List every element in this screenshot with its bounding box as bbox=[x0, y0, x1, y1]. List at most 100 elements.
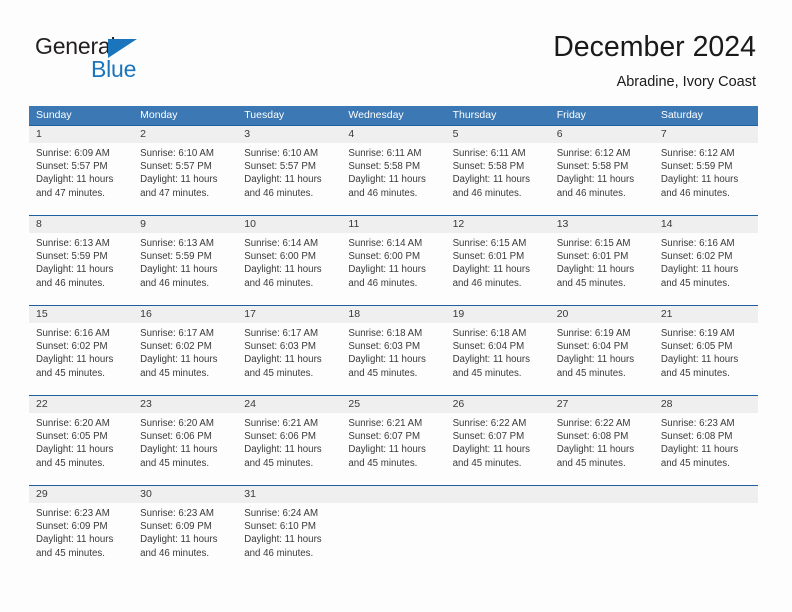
day-cell[interactable]: Sunrise: 6:20 AM Sunset: 6:06 PM Dayligh… bbox=[133, 413, 237, 485]
day-number-empty bbox=[341, 486, 445, 503]
sunrise-text: Sunrise: 6:17 AM bbox=[140, 328, 214, 339]
day-cell[interactable]: Sunrise: 6:18 AM Sunset: 6:03 PM Dayligh… bbox=[341, 323, 445, 395]
day-cell[interactable]: Sunrise: 6:22 AM Sunset: 6:07 PM Dayligh… bbox=[446, 413, 550, 485]
sunrise-text: Sunrise: 6:10 AM bbox=[140, 148, 214, 159]
day-cell[interactable]: Sunrise: 6:14 AM Sunset: 6:00 PM Dayligh… bbox=[341, 233, 445, 305]
day-cell-empty bbox=[446, 503, 550, 575]
sunset-text: Sunset: 5:59 PM bbox=[36, 251, 108, 263]
day-number[interactable]: 6 bbox=[550, 126, 654, 143]
day-number[interactable]: 9 bbox=[133, 216, 237, 233]
day-number[interactable]: 15 bbox=[29, 306, 133, 323]
day-number[interactable]: 19 bbox=[446, 306, 550, 323]
day-cell[interactable]: Sunrise: 6:14 AM Sunset: 6:00 PM Dayligh… bbox=[237, 233, 341, 305]
day-number[interactable]: 16 bbox=[133, 306, 237, 323]
day-cell[interactable]: Sunrise: 6:21 AM Sunset: 6:07 PM Dayligh… bbox=[341, 413, 445, 485]
day-number[interactable]: 3 bbox=[237, 126, 341, 143]
day-cell[interactable]: Sunrise: 6:15 AM Sunset: 6:01 PM Dayligh… bbox=[446, 233, 550, 305]
week-detail-band: Sunrise: 6:16 AM Sunset: 6:02 PM Dayligh… bbox=[29, 323, 758, 395]
day-number[interactable]: 5 bbox=[446, 126, 550, 143]
day-cell[interactable]: Sunrise: 6:11 AM Sunset: 5:58 PM Dayligh… bbox=[341, 143, 445, 215]
daylight-text-line2: and 46 minutes. bbox=[244, 187, 314, 199]
day-number[interactable]: 28 bbox=[654, 396, 758, 413]
calendar-grid: Sunday Monday Tuesday Wednesday Thursday… bbox=[29, 106, 758, 575]
daylight-text-line1: Daylight: 11 hours bbox=[660, 264, 739, 276]
sunrise-text: Sunrise: 6:14 AM bbox=[348, 238, 423, 249]
sunset-text: Sunset: 5:59 PM bbox=[660, 161, 733, 173]
sunrise-text: Sunrise: 6:22 AM bbox=[452, 418, 527, 429]
day-cell[interactable]: Sunrise: 6:17 AM Sunset: 6:03 PM Dayligh… bbox=[237, 323, 341, 395]
day-cell[interactable]: Sunrise: 6:12 AM Sunset: 5:59 PM Dayligh… bbox=[654, 143, 758, 215]
sunrise-text: Sunrise: 6:11 AM bbox=[452, 148, 526, 159]
day-number[interactable]: 4 bbox=[341, 126, 445, 143]
daylight-text-line1: Daylight: 11 hours bbox=[36, 264, 114, 276]
daylight-text-line2: and 45 minutes. bbox=[556, 457, 626, 469]
day-number[interactable]: 7 bbox=[654, 126, 758, 143]
day-number[interactable]: 13 bbox=[550, 216, 654, 233]
day-cell[interactable]: Sunrise: 6:22 AM Sunset: 6:08 PM Dayligh… bbox=[550, 413, 654, 485]
sunset-text: Sunset: 6:04 PM bbox=[452, 341, 525, 353]
day-number[interactable]: 18 bbox=[341, 306, 445, 323]
day-number[interactable]: 2 bbox=[133, 126, 237, 143]
day-number[interactable]: 1 bbox=[29, 126, 133, 143]
day-cell[interactable]: Sunrise: 6:16 AM Sunset: 6:02 PM Dayligh… bbox=[654, 233, 758, 305]
week-daynumber-band: 22 23 24 25 26 27 28 bbox=[29, 396, 758, 413]
sunset-text: Sunset: 6:08 PM bbox=[556, 431, 629, 443]
day-cell[interactable]: Sunrise: 6:20 AM Sunset: 6:05 PM Dayligh… bbox=[29, 413, 133, 485]
day-cell[interactable]: Sunrise: 6:13 AM Sunset: 5:59 PM Dayligh… bbox=[133, 233, 237, 305]
day-number[interactable]: 27 bbox=[550, 396, 654, 413]
day-number[interactable]: 25 bbox=[341, 396, 445, 413]
day-number[interactable]: 24 bbox=[237, 396, 341, 413]
day-number[interactable]: 17 bbox=[237, 306, 341, 323]
day-number[interactable]: 10 bbox=[237, 216, 341, 233]
day-cell[interactable]: Sunrise: 6:10 AM Sunset: 5:57 PM Dayligh… bbox=[237, 143, 341, 215]
sunrise-text: Sunrise: 6:20 AM bbox=[36, 418, 110, 429]
day-cell[interactable]: Sunrise: 6:10 AM Sunset: 5:57 PM Dayligh… bbox=[133, 143, 237, 215]
sunrise-text: Sunrise: 6:09 AM bbox=[36, 148, 110, 159]
day-cell[interactable]: Sunrise: 6:21 AM Sunset: 6:06 PM Dayligh… bbox=[237, 413, 341, 485]
day-number-empty bbox=[654, 486, 758, 503]
day-cell[interactable]: Sunrise: 6:16 AM Sunset: 6:02 PM Dayligh… bbox=[29, 323, 133, 395]
day-number[interactable]: 20 bbox=[550, 306, 654, 323]
day-number[interactable]: 30 bbox=[133, 486, 237, 503]
day-number[interactable]: 12 bbox=[446, 216, 550, 233]
weekday-thursday: Thursday bbox=[452, 109, 497, 121]
sunset-text: Sunset: 6:02 PM bbox=[140, 341, 212, 353]
daylight-text-line2: and 45 minutes. bbox=[556, 367, 626, 379]
day-cell[interactable]: Sunrise: 6:18 AM Sunset: 6:04 PM Dayligh… bbox=[446, 323, 550, 395]
day-number[interactable]: 31 bbox=[237, 486, 341, 503]
generalblue-logo: General Blue bbox=[35, 33, 215, 85]
calendar-week-row: 29 30 31 Sunrise: 6:23 AM Sunset: 6:09 P… bbox=[29, 485, 758, 575]
day-number[interactable]: 22 bbox=[29, 396, 133, 413]
day-cell[interactable]: Sunrise: 6:23 AM Sunset: 6:08 PM Dayligh… bbox=[654, 413, 758, 485]
day-cell[interactable]: Sunrise: 6:13 AM Sunset: 5:59 PM Dayligh… bbox=[29, 233, 133, 305]
sunset-text: Sunset: 6:03 PM bbox=[244, 341, 316, 353]
daylight-text-line2: and 45 minutes. bbox=[36, 367, 105, 379]
day-number[interactable]: 11 bbox=[341, 216, 445, 233]
day-cell[interactable]: Sunrise: 6:19 AM Sunset: 6:05 PM Dayligh… bbox=[654, 323, 758, 395]
day-number[interactable]: 21 bbox=[654, 306, 758, 323]
day-cell[interactable]: Sunrise: 6:12 AM Sunset: 5:58 PM Dayligh… bbox=[550, 143, 654, 215]
day-cell[interactable]: Sunrise: 6:17 AM Sunset: 6:02 PM Dayligh… bbox=[133, 323, 237, 395]
day-cell[interactable]: Sunrise: 6:11 AM Sunset: 5:58 PM Dayligh… bbox=[446, 143, 550, 215]
day-cell[interactable]: Sunrise: 6:19 AM Sunset: 6:04 PM Dayligh… bbox=[550, 323, 654, 395]
sunset-text: Sunset: 6:06 PM bbox=[244, 431, 316, 443]
daylight-text-line2: and 45 minutes. bbox=[452, 367, 522, 379]
day-cell[interactable]: Sunrise: 6:23 AM Sunset: 6:09 PM Dayligh… bbox=[29, 503, 133, 575]
daylight-text-line2: and 46 minutes. bbox=[452, 277, 522, 289]
day-number[interactable]: 26 bbox=[446, 396, 550, 413]
daylight-text-line2: and 45 minutes. bbox=[660, 277, 730, 289]
day-cell[interactable]: Sunrise: 6:09 AM Sunset: 5:57 PM Dayligh… bbox=[29, 143, 133, 215]
sunset-text: Sunset: 6:01 PM bbox=[452, 251, 525, 263]
day-number[interactable]: 14 bbox=[654, 216, 758, 233]
daylight-text-line2: and 45 minutes. bbox=[348, 457, 418, 469]
day-number[interactable]: 8 bbox=[29, 216, 133, 233]
day-number[interactable]: 29 bbox=[29, 486, 133, 503]
day-cell[interactable]: Sunrise: 6:24 AM Sunset: 6:10 PM Dayligh… bbox=[237, 503, 341, 575]
day-cell[interactable]: Sunrise: 6:15 AM Sunset: 6:01 PM Dayligh… bbox=[550, 233, 654, 305]
day-cell[interactable]: Sunrise: 6:23 AM Sunset: 6:09 PM Dayligh… bbox=[133, 503, 237, 575]
day-number[interactable]: 23 bbox=[133, 396, 237, 413]
daylight-text-line2: and 46 minutes. bbox=[556, 187, 626, 199]
daylight-text-line2: and 46 minutes. bbox=[140, 547, 210, 559]
sunset-text: Sunset: 6:00 PM bbox=[348, 251, 421, 263]
daylight-text-line2: and 46 minutes. bbox=[140, 277, 210, 289]
